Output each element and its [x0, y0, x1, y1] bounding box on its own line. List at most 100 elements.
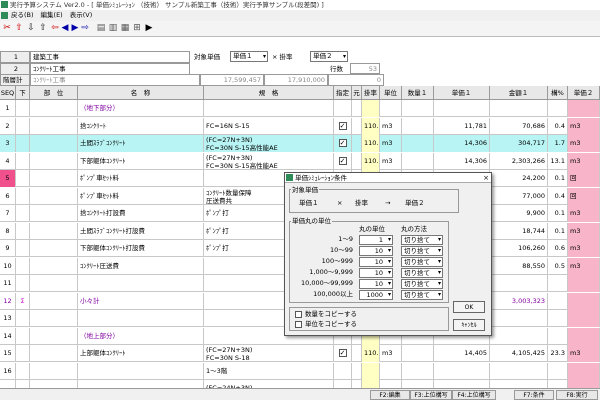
col-header-origin[interactable]: 元 — [352, 86, 362, 100]
menu-back[interactable]: 戻る(B) — [11, 11, 34, 19]
row-spec: (FC=27N+3N) FC=30N S-18 — [204, 345, 334, 362]
col-header-qty1[interactable]: 数量１ — [402, 86, 434, 100]
row-pct — [548, 292, 568, 310]
target-price-select[interactable]: 単価１ — [230, 51, 268, 62]
col-header-pct[interactable]: 構% — [548, 86, 568, 100]
f2-edit-key[interactable]: F2:編集 — [370, 390, 410, 400]
row-amount1: 9,900 — [490, 205, 548, 222]
col-header-amount1[interactable]: 金額１ — [490, 86, 548, 100]
row-sub-mark — [16, 117, 30, 135]
row-designated-checkbox[interactable] — [334, 362, 352, 380]
prev-icon[interactable]: ◀ — [60, 23, 70, 34]
row-part — [30, 257, 78, 275]
move-up-icon[interactable]: ⇧ — [38, 23, 48, 34]
close-icon[interactable]: × — [483, 173, 489, 183]
table-row[interactable]: 2捨ｺﾝｸﾘｰﾄFC=16N S-15✓110.0m311,78170,6860… — [0, 117, 600, 135]
rounding-unit-select[interactable]: 1000 — [359, 290, 393, 300]
rounding-method-select[interactable]: 切り捨て — [401, 235, 443, 245]
f7-condition-key[interactable]: F7:条件 — [514, 390, 554, 400]
rounding-method-select[interactable]: 切り捨て — [401, 290, 443, 300]
layout-icon[interactable]: ⊞ — [132, 23, 142, 34]
menu-edit[interactable]: 編集(E) — [41, 11, 63, 19]
row-sub-mark — [16, 205, 30, 222]
row-price2 — [568, 292, 600, 310]
row-designated-checkbox[interactable]: ✓ — [334, 135, 352, 152]
row-seq: 8 — [0, 222, 16, 240]
table-row[interactable]: 3 土間ｽﾗﾌﾞｺﾝｸﾘｰﾄ (FC=27N+3N) FC=30N S-15高性能AE… — [0, 135, 600, 152]
row-seq: 16 — [0, 362, 16, 380]
row-designated-checkbox[interactable]: ✓ — [334, 345, 352, 362]
app-menu-icon[interactable] — [1, 11, 8, 19]
row-seq: 5 — [0, 170, 16, 187]
cut-icon[interactable]: ✂ — [2, 23, 12, 34]
result-price-select[interactable]: 単価２ — [310, 51, 348, 62]
rounding-method-select[interactable]: 切り捨て — [401, 246, 443, 256]
row-qty1 — [402, 345, 434, 362]
col-header-price2[interactable]: 単価２ — [568, 86, 600, 100]
checkmark-icon[interactable]: ✓ — [338, 121, 347, 130]
col-header-unit[interactable]: 単位 — [380, 86, 402, 100]
col-header-price1[interactable]: 単価１ — [434, 86, 490, 100]
row-designated-checkbox[interactable] — [334, 100, 352, 117]
checkmark-icon[interactable]: ✓ — [338, 139, 347, 147]
f3-key[interactable]: F3:上位構写 — [410, 390, 452, 400]
f8-execute-key[interactable]: F8:実行 — [556, 390, 598, 400]
row-designated-checkbox[interactable]: ✓ — [334, 117, 352, 135]
col-header-name[interactable]: 名 称 — [78, 86, 204, 100]
table-row[interactable]: 15 上部躯体ｺﾝｸﾘｰﾄ(FC=27N+3N)FC=30N S-18 ✓ 110.0… — [0, 345, 600, 362]
col-header-designated[interactable]: 指定 — [334, 86, 352, 100]
rounding-unit-select[interactable]: 10 — [359, 268, 393, 278]
col-header-part[interactable]: 部 位 — [30, 86, 78, 100]
window-title: 実行予算システム Ver2.0 - [ 単価ｼﾐｭﾚｰｼｮﾝ （技術） サンプル… — [10, 1, 324, 9]
row-sub-mark — [16, 275, 30, 292]
row-amount1: 4,105,425 — [490, 345, 548, 362]
table-row[interactable]: 1 （地下部分） — [0, 100, 600, 117]
ok-button[interactable]: OK — [453, 301, 485, 313]
table-row[interactable]: 16 1～3階 — [0, 362, 600, 380]
row-pct: 0.1 — [548, 205, 568, 222]
table-icon[interactable]: ▦ — [120, 23, 130, 34]
grid-icon[interactable]: ▤ — [96, 23, 106, 34]
col-header-rate[interactable]: 掛率 — [362, 86, 380, 100]
rounding-method-select[interactable]: 切り捨て — [401, 268, 443, 278]
move-top-icon[interactable]: ⇧ — [14, 23, 24, 34]
next-icon[interactable]: ▶ — [70, 23, 80, 34]
dialog-app-icon — [286, 174, 293, 181]
rounding-method-select[interactable]: 切り捨て — [401, 257, 443, 267]
row-designated-checkbox[interactable]: ✓ — [334, 152, 352, 170]
row-unit — [380, 362, 402, 380]
row-name: （地下部分） — [78, 100, 204, 117]
checkmark-icon[interactable]: ✓ — [338, 349, 347, 357]
arrow-left-icon[interactable]: ⇦ — [50, 23, 60, 34]
row-unit: m3 — [380, 135, 402, 152]
f4-key[interactable]: F4:上位構写 — [452, 390, 496, 400]
row-price1: 11,781 — [434, 117, 490, 135]
rounding-unit-select[interactable]: 1 — [359, 235, 393, 245]
row-price2: m3 — [568, 135, 600, 152]
header-row1-name[interactable]: 建築工事 — [30, 51, 190, 63]
col-header-spec[interactable]: 規 格 — [204, 86, 334, 100]
rounding-method-select[interactable]: 切り捨て — [401, 279, 443, 289]
table-row[interactable]: 4 下部躯体ｺﾝｸﾘｰﾄ (FC=27N+3N) FC=30N S-15高性能AE ✓ 1… — [0, 152, 600, 170]
row-qty1 — [402, 117, 434, 135]
row-price1: 14,306 — [434, 152, 490, 170]
col-header-seq[interactable]: SEQ — [0, 86, 16, 100]
rounding-unit-select[interactable]: 10 — [359, 257, 393, 267]
row-amount1: 2,303,266 — [490, 152, 548, 170]
copy-quantity-checkbox[interactable] — [295, 311, 302, 318]
play-icon[interactable]: ▶ — [144, 23, 154, 34]
menu-view[interactable]: 表示(V) — [70, 11, 93, 19]
menu-bar: 戻る(B) 編集(E) 表示(V) — [0, 10, 600, 21]
arrow-right-icon[interactable]: ⇨ — [80, 23, 90, 34]
cancel-button[interactable]: ｷｬﾝｾﾙ — [453, 319, 485, 331]
rounding-unit-select[interactable]: 10 — [359, 279, 393, 289]
grid-alt-icon[interactable]: ▥ — [108, 23, 118, 34]
col-header-sub[interactable]: 下 — [16, 86, 30, 100]
row-seq: 1 — [0, 100, 16, 117]
rounding-unit-select[interactable]: 10 — [359, 246, 393, 256]
row-part — [30, 327, 78, 345]
checkmark-icon[interactable]: ✓ — [338, 156, 347, 165]
row-price2: 回 — [568, 170, 600, 187]
copy-unit-checkbox[interactable] — [295, 321, 302, 328]
move-down-icon[interactable]: ⇩ — [26, 23, 36, 34]
